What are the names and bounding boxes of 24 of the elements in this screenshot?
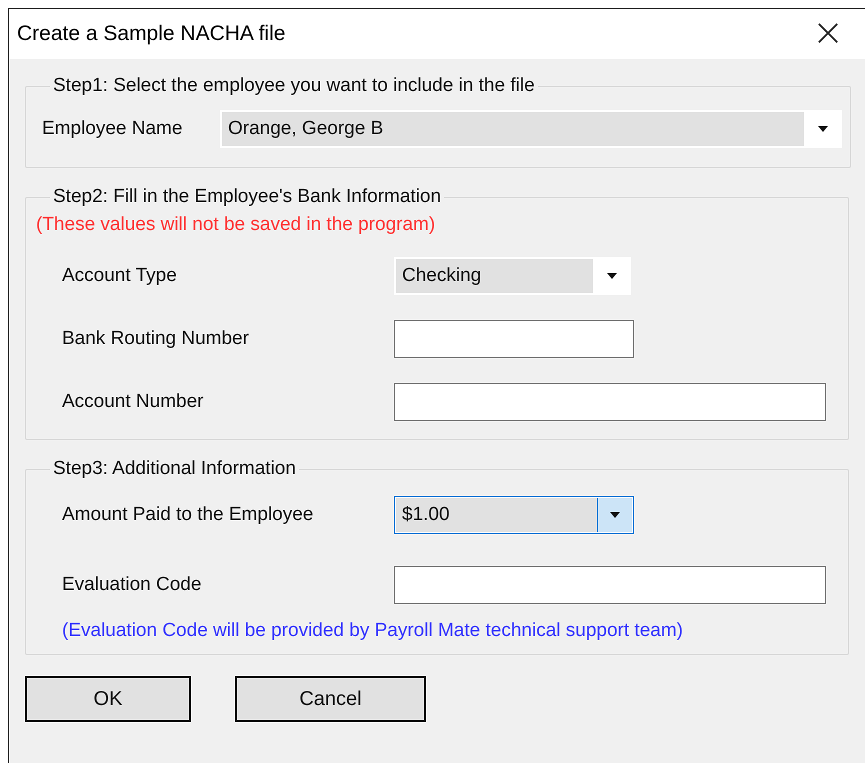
dropdown-field[interactable]: Checking <box>394 256 631 294</box>
field-label: Amount Paid to the Employee <box>62 504 314 526</box>
group-title: Step3: Additional Information <box>52 458 297 480</box>
field-label: Evaluation Code <box>62 574 202 596</box>
cancel-button[interactable]: Cancel <box>235 676 426 722</box>
field-label: Account Number <box>62 390 205 412</box>
caret-icon <box>818 126 828 132</box>
caret-icon <box>607 272 617 278</box>
ok-button[interactable]: OK <box>25 676 191 722</box>
caret-icon <box>610 512 620 518</box>
dropdown-field[interactable]: Orange, George B <box>220 110 842 148</box>
note-text: (Evaluation Code will be provided by Payroll Mate technical support team) <box>62 620 684 642</box>
group-title: Step1: Select the employee you want to include in the file <box>52 75 536 97</box>
window-title: Create a Sample NACHA file <box>17 22 286 46</box>
input-field[interactable] <box>394 320 634 358</box>
field-label: Employee Name <box>42 118 184 140</box>
close-button[interactable]: × <box>802 13 865 55</box>
input-field[interactable] <box>394 382 826 420</box>
dropdown-field[interactable]: $1.00 <box>394 496 634 534</box>
field-label: Account Type <box>62 264 178 286</box>
note-text: (These values will not be saved in the program) <box>36 214 436 236</box>
group-title: Step2: Fill in the Employee's Bank Information <box>52 186 442 208</box>
field-label: Bank Routing Number <box>62 328 250 350</box>
input-field[interactable] <box>394 566 826 604</box>
